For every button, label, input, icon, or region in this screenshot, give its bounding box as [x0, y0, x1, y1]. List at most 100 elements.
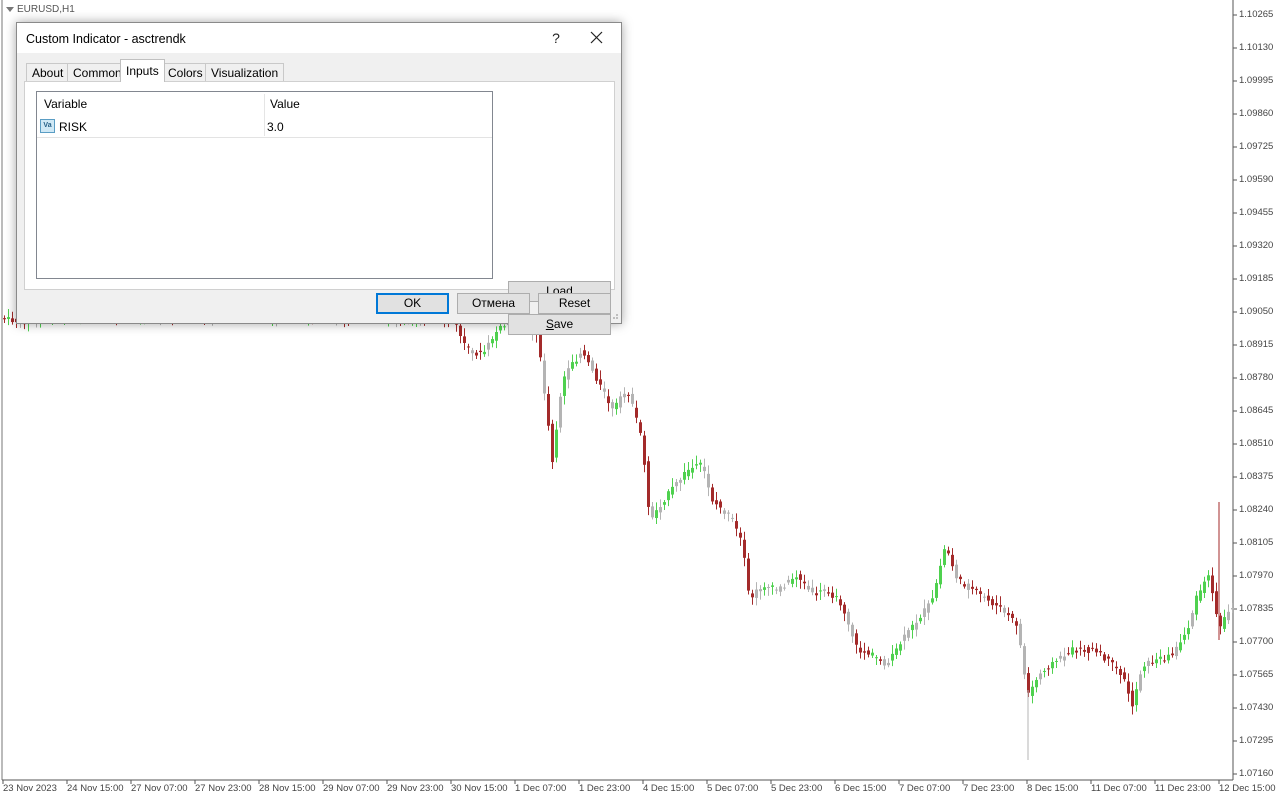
- variable-name: RISK: [59, 120, 88, 134]
- candle-body: [731, 517, 734, 519]
- candle-body: [623, 393, 626, 398]
- candle-body: [899, 644, 902, 651]
- help-button[interactable]: ?: [543, 26, 569, 50]
- ok-button[interactable]: OK: [376, 293, 449, 314]
- candle-body: [883, 659, 886, 666]
- resize-grip-icon[interactable]: [609, 313, 619, 321]
- inputs-table[interactable]: Variable Value Va RISK 3.0: [36, 91, 493, 279]
- candle-body: [827, 592, 830, 594]
- candle-body: [747, 558, 750, 591]
- candle-body: [543, 360, 546, 394]
- candle-body: [1083, 649, 1086, 652]
- candle-body: [843, 604, 846, 614]
- candle-body: [871, 652, 874, 656]
- candle-body: [723, 510, 726, 514]
- time-label: 27 Nov 07:00: [131, 783, 188, 794]
- tab-inputs[interactable]: Inputs: [120, 59, 165, 82]
- dialog-titlebar[interactable]: Custom Indicator - asctrendk ?: [17, 23, 621, 53]
- candle-body: [699, 462, 702, 465]
- column-header-variable[interactable]: Variable: [44, 92, 87, 116]
- candle-body: [1215, 591, 1218, 615]
- time-label: 29 Nov 07:00: [323, 783, 380, 794]
- candle-body: [651, 506, 654, 518]
- candle-body: [499, 325, 502, 331]
- candle-body: [839, 599, 842, 606]
- save-label-rest: ave: [553, 317, 574, 331]
- candle-body: [783, 587, 786, 589]
- price-label: 1.10265: [1239, 9, 1274, 20]
- candle-body: [951, 554, 954, 567]
- candle-body: [1107, 656, 1110, 659]
- table-row[interactable]: Va RISK 3.0: [37, 117, 492, 138]
- variable-value[interactable]: 3.0: [267, 120, 284, 134]
- candle-body: [887, 662, 890, 666]
- tab-visualization[interactable]: Visualization: [205, 63, 285, 81]
- candle-body: [1187, 628, 1190, 635]
- candle-body: [467, 346, 470, 348]
- candle-body: [859, 647, 862, 653]
- candle-body: [667, 491, 670, 501]
- candle-body: [751, 593, 754, 598]
- candle-body: [999, 605, 1002, 607]
- candle-body: [1199, 590, 1202, 601]
- candle-body: [491, 339, 494, 344]
- candle-body: [831, 592, 834, 598]
- tab-common[interactable]: Common: [67, 63, 128, 81]
- candle-body: [931, 598, 934, 603]
- candle-body: [991, 599, 994, 606]
- close-button[interactable]: [584, 26, 610, 50]
- candle-body: [615, 402, 618, 410]
- time-label: 7 Dec 23:00: [963, 783, 1015, 794]
- candle-body: [539, 332, 542, 358]
- candle-body: [1151, 662, 1154, 664]
- price-label: 1.08780: [1239, 372, 1274, 383]
- candle-body: [847, 611, 850, 625]
- candle-body: [611, 402, 614, 409]
- candle-body: [503, 326, 506, 328]
- candle-body: [959, 576, 962, 580]
- candle-body: [7, 317, 10, 319]
- candle-body: [579, 353, 582, 358]
- tab-about[interactable]: About: [26, 63, 70, 81]
- time-label: 12 Dec 15:00: [1219, 783, 1276, 794]
- candle-body: [771, 585, 774, 587]
- tab-colors[interactable]: Colors: [162, 63, 209, 81]
- close-icon: [590, 31, 603, 44]
- candle-body: [807, 585, 810, 590]
- reset-button[interactable]: Reset: [538, 293, 611, 314]
- candle-body: [711, 487, 714, 502]
- candle-body: [555, 429, 558, 458]
- candle-body: [1143, 666, 1146, 672]
- symbol-text: EURUSD,H1: [17, 4, 75, 15]
- candle-body: [775, 589, 778, 591]
- price-label: 1.09455: [1239, 207, 1274, 218]
- price-label: 1.07160: [1239, 768, 1274, 779]
- column-header-value[interactable]: Value: [270, 92, 300, 116]
- candle-body: [703, 466, 706, 472]
- candle-body: [1231, 607, 1234, 610]
- cancel-button[interactable]: Отмена: [457, 293, 530, 314]
- candle-body: [1011, 613, 1014, 618]
- candle-body: [643, 435, 646, 465]
- candle-body: [1079, 647, 1082, 649]
- candle-body: [1175, 646, 1178, 657]
- candle-body: [1211, 575, 1214, 594]
- candle-body: [983, 596, 986, 598]
- candle-body: [1207, 575, 1210, 581]
- time-label: 5 Dec 23:00: [771, 783, 823, 794]
- candle-body: [927, 603, 930, 613]
- candle-body: [879, 659, 882, 661]
- candle-body: [855, 633, 858, 645]
- candle-body: [787, 579, 790, 583]
- candle-body: [463, 336, 466, 343]
- candle-body: [683, 471, 686, 480]
- time-label: 23 Nov 2023: [3, 783, 57, 794]
- candle-body: [1099, 651, 1102, 653]
- candle-body: [547, 394, 550, 426]
- dropdown-triangle-icon[interactable]: [6, 7, 14, 12]
- save-button[interactable]: Save: [508, 314, 611, 335]
- price-label: 1.09320: [1239, 240, 1274, 251]
- candle-body: [671, 486, 674, 495]
- candle-body: [1191, 613, 1194, 627]
- candle-body: [795, 577, 798, 580]
